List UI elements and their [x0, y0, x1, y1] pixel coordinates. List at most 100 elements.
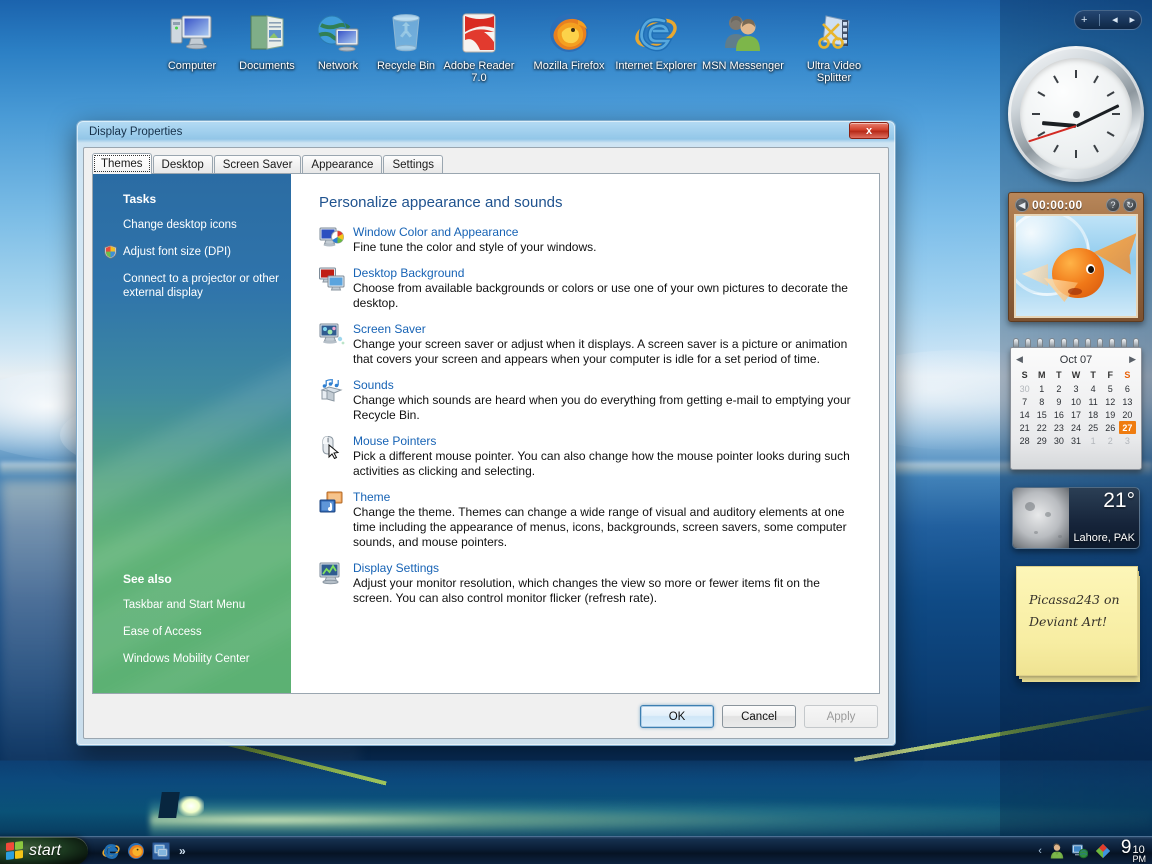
security-icon[interactable] — [1095, 843, 1111, 859]
slideshow-photo[interactable] — [1014, 214, 1138, 318]
calendar-day-cell: 20 — [1122, 409, 1133, 420]
desktop-icon-msn-messenger[interactable]: MSN Messenger — [701, 8, 785, 72]
desktop-icon-internet-explorer[interactable]: Internet Explorer — [614, 8, 698, 72]
tab-desktop[interactable]: Desktop — [152, 155, 213, 174]
calendar-day-cell: 5 — [1107, 383, 1113, 394]
task-item-mouse-pointers[interactable]: Mouse Pointers Pick a different mouse poi… — [319, 434, 861, 479]
calendar-day-cell: 1 — [1090, 435, 1096, 446]
display-properties-window[interactable]: Display Properties x Themes Desktop Screen… — [76, 120, 896, 746]
clock-dial — [1020, 58, 1132, 170]
task-item-window-color-and-appearance[interactable]: Window Color and Appearance Fine tune the… — [319, 225, 861, 255]
task-description: Change your screen saver or adjust when … — [353, 337, 848, 366]
calendar-day-cell: 10 — [1070, 396, 1081, 407]
task-item-desktop-background[interactable]: Desktop Background Choose from available … — [319, 266, 861, 311]
start-button[interactable]: start — [0, 836, 88, 864]
sidebar-item-change-desktop-icons[interactable]: Change desktop icons — [93, 218, 291, 232]
task-item-display-settings[interactable]: Display Settings Adjust your monitor reso… — [319, 561, 861, 606]
weather-gadget[interactable]: 21° Lahore, PAK — [1012, 487, 1140, 549]
ok-button[interactable]: OK — [640, 705, 714, 728]
previous-gadget-icon[interactable]: ◂ — [1112, 14, 1118, 26]
calendar-day-cell: 22 — [1036, 422, 1047, 433]
user-account-icon[interactable] — [1049, 843, 1065, 859]
desktop-icon-adobe-reader[interactable]: Adobe Reader 7.0 — [437, 8, 521, 84]
msn-messenger-icon — [701, 8, 785, 58]
calendar-day-cell: 12 — [1105, 396, 1116, 407]
calendar-day-header: T — [1056, 370, 1062, 380]
sidebar-item-taskbar-start-menu[interactable]: Taskbar and Start Menu — [93, 598, 291, 612]
calendar-header: ◀ Oct 07 ▶ — [1016, 352, 1136, 367]
desktop-icon-recycle-bin[interactable]: Recycle Bin — [364, 8, 448, 72]
slideshow-timer: 00:00:00 — [1032, 198, 1083, 212]
task-link[interactable]: Mouse Pointers — [353, 434, 436, 448]
internet-explorer-icon[interactable] — [102, 842, 120, 860]
taskbar-clock[interactable]: 9 10 PM — [1121, 838, 1146, 864]
desktop-icon-computer[interactable]: Computer — [150, 8, 234, 72]
tasks-sidebar: Tasks Change desktop icons Adjust font s… — [93, 174, 291, 693]
sidebar-item-label: Ease of Access — [123, 626, 202, 638]
calendar-day-cell: 3 — [1124, 435, 1130, 446]
next-gadget-icon[interactable]: ▸ — [1130, 14, 1136, 26]
sidebar-item-adjust-font-size[interactable]: Adjust font size (DPI) — [93, 245, 291, 259]
add-gadget-icon[interactable]: + — [1081, 14, 1087, 26]
calendar-day-cell: 6 — [1124, 383, 1130, 394]
windows-sidebar: + ◂ ▸ ◀ 00:00:00 ? ↻ ◀ Oct 07 ▶ S M T W … — [1000, 0, 1152, 836]
tab-screen-saver[interactable]: Screen Saver — [213, 155, 302, 174]
calendar-day-cell: 4 — [1090, 383, 1096, 394]
window-titlebar[interactable]: Display Properties x — [83, 121, 889, 143]
tab-appearance[interactable]: Appearance — [302, 155, 383, 174]
task-link[interactable]: Screen Saver — [353, 322, 426, 336]
slideshow-pause-icon[interactable]: ◀ — [1015, 198, 1029, 212]
calendar-prev-icon[interactable]: ◀ — [1016, 354, 1023, 365]
calendar-day-cell: 16 — [1053, 409, 1064, 420]
calendar-day-cell: 13 — [1122, 396, 1133, 407]
calendar-next-icon[interactable]: ▶ — [1129, 354, 1136, 365]
sidebar-item-ease-of-access[interactable]: Ease of Access — [93, 625, 291, 639]
moon-icon — [1013, 488, 1069, 548]
uac-shield-icon — [104, 245, 117, 259]
slideshow-gadget[interactable]: ◀ 00:00:00 ? ↻ — [1008, 192, 1144, 322]
tray-expand-icon[interactable]: ‹ — [1038, 845, 1042, 857]
task-link[interactable]: Display Settings — [353, 561, 439, 575]
task-link[interactable]: Theme — [353, 490, 390, 504]
clock-ampm-label: PM — [1132, 853, 1147, 864]
calendar-today-cell: 27 — [1118, 421, 1136, 434]
desktop-icon-label: MSN Messenger — [702, 60, 784, 72]
desktop-icon-label: Mozilla Firefox — [533, 60, 605, 72]
desktop-icon-label: Recycle Bin — [376, 60, 436, 72]
sidebar-item-label: Taskbar and Start Menu — [123, 599, 246, 611]
mozilla-firefox-icon[interactable] — [127, 842, 145, 860]
calendar-day-header: S — [1021, 370, 1028, 380]
close-icon[interactable]: x — [849, 122, 889, 139]
quick-launch-overflow-icon[interactable]: » — [179, 844, 186, 858]
slideshow-toolbar: ◀ 00:00:00 ? ↻ — [1012, 196, 1140, 214]
task-link[interactable]: Desktop Background — [353, 266, 464, 280]
sticky-notes-gadget[interactable]: Picassa243 on Deviant Art! — [1016, 566, 1138, 676]
sidebar-toolbar[interactable]: + ◂ ▸ — [1074, 10, 1142, 30]
task-item-theme[interactable]: Theme Change the theme. Themes can change… — [319, 490, 861, 550]
task-link[interactable]: Sounds — [353, 378, 394, 392]
tab-settings[interactable]: Settings — [383, 155, 444, 174]
task-link[interactable]: Window Color and Appearance — [353, 225, 518, 239]
ultra-video-splitter-icon — [792, 8, 876, 58]
calendar-day-cell: 3 — [1073, 383, 1079, 394]
desktop-icon-label: Ultra Video Splitter — [806, 60, 862, 84]
tab-themes[interactable]: Themes — [92, 153, 152, 174]
network-icon[interactable] — [1071, 843, 1089, 859]
calendar-day-cell: 11 — [1088, 396, 1098, 407]
clock-gadget[interactable] — [1008, 46, 1144, 182]
pier-post — [158, 792, 180, 818]
clock-center-pin — [1072, 110, 1080, 118]
help-icon[interactable]: ? — [1106, 198, 1120, 212]
show-desktop-icon[interactable] — [152, 841, 170, 860]
refresh-icon[interactable]: ↻ — [1123, 198, 1137, 212]
sidebar-item-windows-mobility-center[interactable]: Windows Mobility Center — [93, 652, 291, 666]
task-item-screen-saver[interactable]: Screen Saver Change your screen saver or … — [319, 322, 861, 367]
task-item-sounds[interactable]: Sounds Change which sounds are heard when… — [319, 378, 861, 423]
calendar-day-cell: 31 — [1070, 435, 1081, 446]
desktop-icon-ultra-video-splitter[interactable]: Ultra Video Splitter — [792, 8, 876, 84]
cancel-button[interactable]: Cancel — [722, 705, 796, 728]
desktop-icon-mozilla-firefox[interactable]: Mozilla Firefox — [527, 8, 611, 72]
sidebar-item-connect-projector[interactable]: Connect to a projector or other external… — [93, 272, 291, 300]
calendar-day-cell: 29 — [1036, 435, 1047, 446]
calendar-gadget[interactable]: ◀ Oct 07 ▶ S M T W T F S 30 1 2 3 4 5 6 7 8 9 10 11 12 13 14 1… — [1010, 338, 1142, 470]
